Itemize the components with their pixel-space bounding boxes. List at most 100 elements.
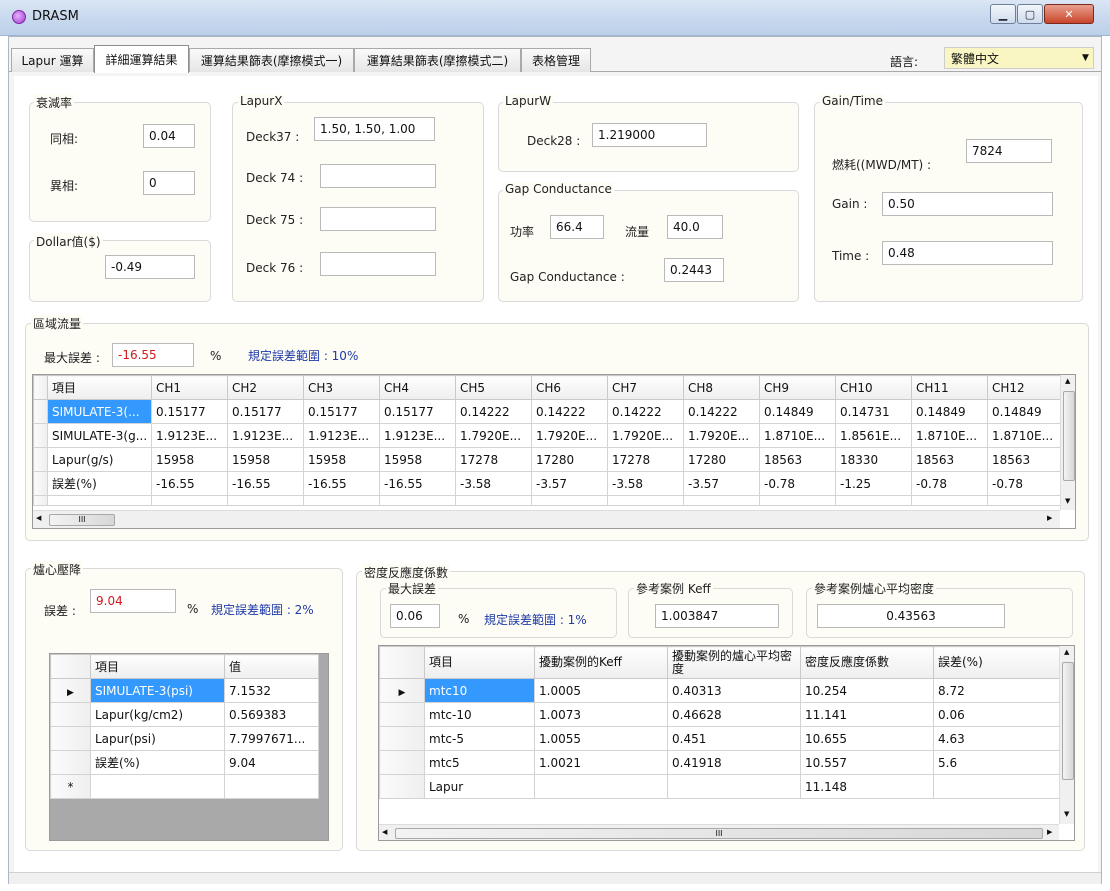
column-header[interactable]: CH1	[151, 375, 228, 400]
regional-vscroll-thumb[interactable]	[1063, 391, 1075, 481]
table-cell[interactable]: 11.141	[800, 702, 934, 727]
table-cell[interactable]: 17278	[607, 447, 684, 472]
tab-results-mode2[interactable]: 運算結果篩表(摩擦模式二)	[354, 48, 521, 72]
table-cell[interactable]: 0.15177	[151, 399, 228, 424]
table-cell[interactable]	[90, 774, 225, 799]
burnup-field[interactable]: 7824	[966, 139, 1052, 163]
column-header[interactable]: CH9	[759, 375, 836, 400]
table-cell[interactable]: 0.451	[667, 726, 801, 751]
row-header[interactable]	[379, 702, 425, 727]
table-cell[interactable]: 誤差(%)	[47, 471, 152, 496]
table-cell[interactable]: -3.58	[455, 471, 532, 496]
scroll-left-icon[interactable]: ◀	[382, 828, 387, 836]
table-row[interactable]: Lapur(psi) 7.7997671...	[50, 726, 319, 751]
column-header[interactable]: 擾動案例的爐心平均密度	[667, 646, 801, 679]
table-row[interactable]: ▶ SIMULATE-3(psi) 7.1532	[50, 678, 319, 703]
table-cell[interactable]: -3.57	[683, 471, 760, 496]
table-cell[interactable]: -0.78	[911, 471, 988, 496]
table-cell[interactable]: 18563	[759, 447, 836, 472]
table-cell[interactable]: Lapur(kg/cm2)	[90, 702, 225, 727]
column-header[interactable]: CH4	[379, 375, 456, 400]
pressure-table[interactable]: 項目值 ▶ SIMULATE-3(psi) 7.1532 Lapur(kg/cm2) 0…	[49, 653, 329, 841]
scroll-right-icon[interactable]: ▶	[1047, 828, 1052, 836]
row-header[interactable]	[33, 495, 48, 506]
table-cell[interactable]: 10.655	[800, 726, 934, 751]
diff-phase-field[interactable]: 0	[143, 171, 195, 195]
column-header[interactable]: 擾動案例的Keff	[534, 646, 668, 679]
row-header[interactable]	[50, 726, 91, 751]
table-cell[interactable]: SIMULATE-3(...	[47, 399, 152, 424]
table-cell[interactable]: 17280	[531, 447, 608, 472]
table-row[interactable]: 誤差(%) 9.04	[50, 750, 319, 775]
table-cell[interactable]: 1.7920E...	[607, 423, 684, 448]
row-header[interactable]: ▶	[50, 678, 91, 703]
table-cell[interactable]: -0.78	[987, 471, 1072, 496]
scroll-down-icon[interactable]: ▼	[1064, 810, 1069, 818]
language-select[interactable]: 繁體中文	[944, 47, 1094, 69]
tab-lapur-calc[interactable]: Lapur 運算	[11, 48, 94, 72]
minimize-button[interactable]: ▁	[990, 4, 1016, 24]
table-cell[interactable]	[224, 774, 319, 799]
table-row[interactable]: SIMULATE-3(... 0.15177 0.15177 0.15177 0.151…	[33, 399, 1072, 424]
table-cell[interactable]	[607, 495, 684, 506]
scroll-left-icon[interactable]: ◀	[36, 514, 41, 522]
table-cell[interactable]: 7.1532	[224, 678, 319, 703]
row-header[interactable]	[33, 471, 48, 496]
table-cell[interactable]: 1.8561E...	[835, 423, 912, 448]
table-cell[interactable]	[667, 774, 801, 799]
table-cell[interactable]: -0.78	[759, 471, 836, 496]
row-header[interactable]	[379, 774, 425, 799]
table-cell[interactable]: 0.569383	[224, 702, 319, 727]
table-cell[interactable]: 0.14222	[607, 399, 684, 424]
table-cell[interactable]: 15958	[379, 447, 456, 472]
table-cell[interactable]	[534, 774, 668, 799]
column-header[interactable]: CH10	[835, 375, 912, 400]
row-header[interactable]	[33, 399, 48, 424]
ref-keff-field[interactable]: 1.003847	[655, 604, 779, 628]
deck37-field[interactable]: 1.50, 1.50, 1.00	[314, 117, 435, 141]
column-header[interactable]: 項目	[90, 654, 225, 679]
column-header[interactable]: 值	[224, 654, 319, 679]
tab-table-management[interactable]: 表格管理	[521, 48, 591, 72]
table-cell[interactable]: 0.14222	[455, 399, 532, 424]
table-cell[interactable]: 10.254	[800, 678, 934, 703]
deck76-field[interactable]	[320, 252, 436, 276]
table-cell[interactable]	[933, 774, 1060, 799]
table-cell[interactable]	[987, 495, 1072, 506]
column-header[interactable]: CH2	[227, 375, 304, 400]
regional-flow-table[interactable]: 項目 CH1 CH2 CH3 CH4 CH5 CH6 CH7 CH8 CH9 CH10 CH11 CH1…	[32, 374, 1076, 529]
table-cell[interactable]: 0.15177	[379, 399, 456, 424]
table-cell[interactable]: 9.04	[224, 750, 319, 775]
regional-hscroll-thumb[interactable]: III	[49, 514, 115, 526]
table-cell[interactable]: 1.9123E...	[227, 423, 304, 448]
table-cell[interactable]: 1.7920E...	[531, 423, 608, 448]
table-cell[interactable]: 0.15177	[227, 399, 304, 424]
table-cell[interactable]: 0.14222	[531, 399, 608, 424]
scroll-up-icon[interactable]: ▲	[1064, 648, 1069, 656]
row-header[interactable]	[50, 750, 91, 775]
table-cell[interactable]	[151, 495, 228, 506]
column-header[interactable]: 誤差(%)	[933, 646, 1060, 679]
table-cell[interactable]: 18563	[911, 447, 988, 472]
table-cell[interactable]: 15958	[303, 447, 380, 472]
table-cell[interactable]: 0.06	[933, 702, 1060, 727]
table-row[interactable]: Lapur 11.148	[379, 774, 1060, 799]
table-cell[interactable]: 15958	[151, 447, 228, 472]
table-cell[interactable]: -3.58	[607, 471, 684, 496]
row-header[interactable]: *	[50, 774, 91, 799]
table-cell[interactable]: 5.6	[933, 750, 1060, 775]
table-cell[interactable]: 0.46628	[667, 702, 801, 727]
table-cell[interactable]: mtc-5	[424, 726, 535, 751]
scroll-down-icon[interactable]: ▼	[1065, 497, 1070, 505]
table-cell[interactable]: 18330	[835, 447, 912, 472]
table-row[interactable]: Lapur(g/s) 15958 15958 15958 15958 17278 17280…	[33, 447, 1072, 472]
row-header[interactable]	[50, 702, 91, 727]
table-cell[interactable]: 0.15177	[303, 399, 380, 424]
column-header[interactable]: CH11	[911, 375, 988, 400]
chevron-down-icon[interactable]: ▼	[1082, 53, 1089, 63]
table-cell[interactable]: 1.7920E...	[683, 423, 760, 448]
column-header[interactable]: CH3	[303, 375, 380, 400]
table-cell[interactable]: 0.14849	[911, 399, 988, 424]
tab-results-mode1[interactable]: 運算結果篩表(摩擦模式一)	[189, 48, 354, 72]
column-header[interactable]: 項目	[47, 375, 152, 400]
